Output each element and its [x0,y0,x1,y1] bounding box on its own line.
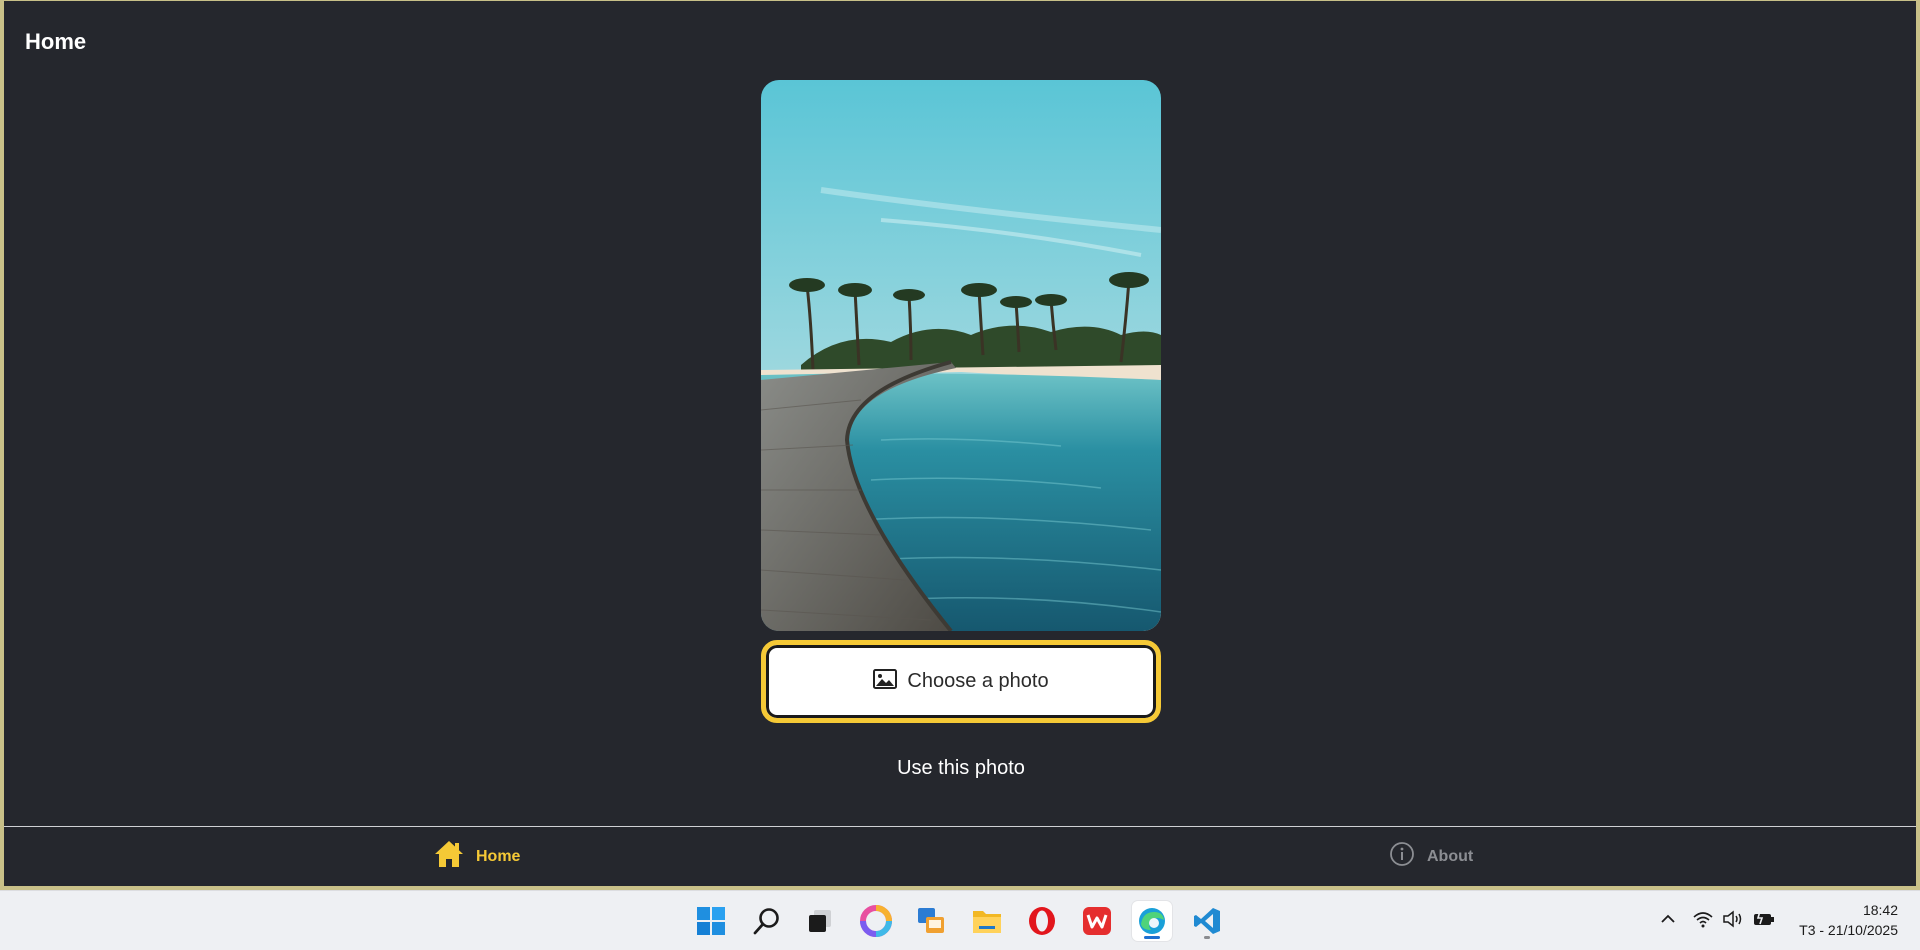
clock-date: T3 - 21/10/2025 [1799,922,1898,938]
tab-about-label: About [1427,847,1474,865]
volume-icon[interactable] [1722,909,1744,934]
battery-charging-icon[interactable] [1752,909,1776,934]
clock-time: 18:42 [1862,902,1898,918]
tab-home-label: Home [476,847,521,865]
file-explorer-icon[interactable] [967,901,1007,941]
beach-boardwalk-photo [761,80,1161,631]
home-icon [434,840,464,873]
use-photo-button[interactable]: Use this photo [761,751,1161,785]
app-content: Home Choose a photo Use this photo Home … [4,1,1916,886]
task-view-icon[interactable] [800,901,840,941]
bottom-tab-bar: Home About [4,826,1916,886]
edge-icon[interactable] [1132,901,1172,941]
image-icon [873,668,898,695]
wifi-icon[interactable] [1692,909,1714,934]
page-title: Home [25,29,87,54]
tab-about[interactable]: About [1389,827,1473,886]
vscode-icon[interactable] [1187,901,1227,941]
app-window: Home Choose a photo Use this photo Home … [0,0,1920,890]
start-icon[interactable] [691,901,731,941]
taskbar-clock[interactable]: 18:42 T3 - 21/10/2025 [1799,900,1898,940]
search-icon[interactable] [747,901,787,941]
active-app-indicator [1144,936,1160,939]
choose-photo-label: Choose a photo [907,670,1049,692]
running-app-indicator [1204,936,1210,939]
copilot-icon[interactable] [856,901,896,941]
choose-photo-button[interactable]: Choose a photo [761,640,1161,723]
windows-taskbar: 18:42 T3 - 21/10/2025 [0,890,1920,950]
info-icon [1389,841,1415,872]
remote-desktop-icon[interactable] [911,901,951,941]
opera-icon[interactable] [1022,901,1062,941]
tab-home[interactable]: Home [434,827,520,886]
selected-photo [761,80,1161,631]
show-hidden-icons-chevron-up-icon[interactable] [1658,909,1678,934]
wps-office-icon[interactable] [1077,901,1117,941]
